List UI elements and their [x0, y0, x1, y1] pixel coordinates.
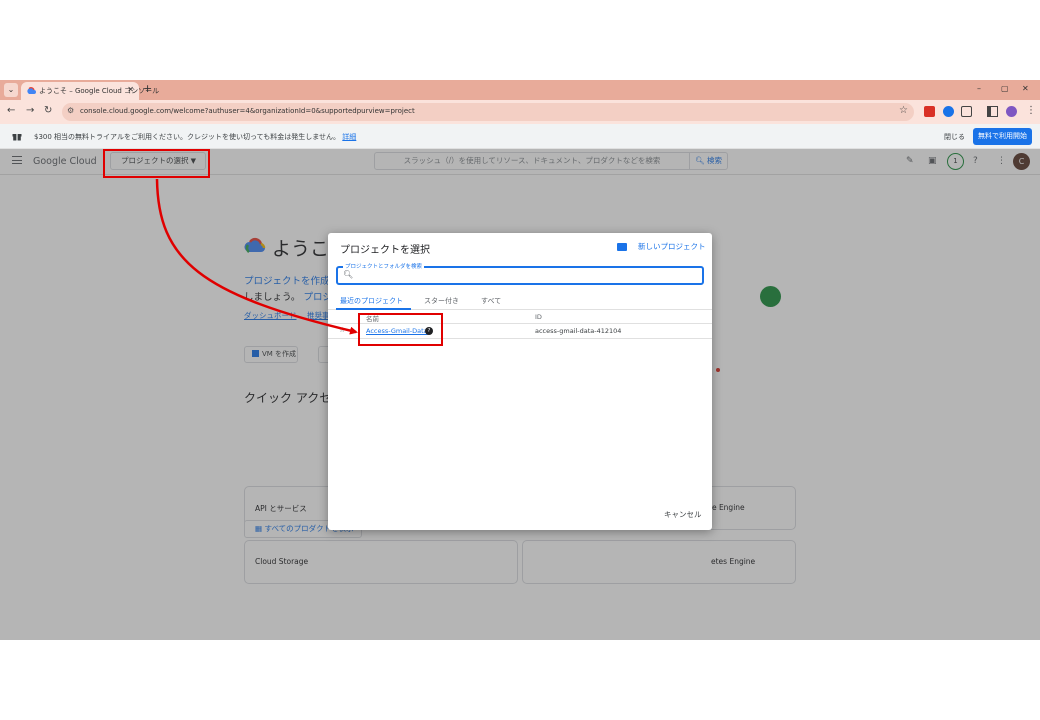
project-search-input[interactable]: プロジェクトとフォルダを検索 🔍︎: [336, 262, 704, 285]
browser-menu-icon[interactable]: ⋮: [1026, 105, 1036, 116]
google-cloud-favicon-icon: [27, 87, 36, 94]
site-info-icon[interactable]: ⚙: [67, 106, 74, 115]
gift-icon: [12, 134, 22, 141]
back-icon[interactable]: ←: [7, 105, 15, 116]
trial-details-link[interactable]: 詳細: [342, 133, 356, 141]
bookmark-star-icon[interactable]: ☆: [899, 105, 908, 116]
dialog-title: プロジェクトを選択: [340, 245, 430, 256]
highlight-project-row: [358, 313, 443, 346]
project-search-label: プロジェクトとフォルダを検索: [343, 262, 425, 270]
highlight-project-selector: [103, 149, 210, 178]
column-id: ID: [535, 313, 542, 321]
trial-message: $300 相当の無料トライアルをご利用ください。クレジットを使い切っても料金は発…: [34, 133, 341, 141]
trial-banner: $300 相当の無料トライアルをご利用ください。クレジットを使い切っても料金は発…: [0, 124, 1040, 149]
minimize-icon[interactable]: –: [977, 84, 981, 93]
trial-text: $300 相当の無料トライアルをご利用ください。クレジットを使い切っても料金は発…: [34, 132, 356, 142]
profile-icon[interactable]: [1006, 106, 1017, 117]
project-tabs: 最近のプロジェクト スター付き すべて: [328, 290, 712, 310]
screenshot-stage: ⌄ ようこそ – Google Cloud コンソール ✕ + – ▢ ✕ ← …: [0, 80, 1040, 640]
browser-address-bar: ← → ↻ ⚙ console.cloud.google.com/welcome…: [0, 100, 1040, 124]
search-icon: 🔍︎: [343, 270, 354, 279]
new-tab-button[interactable]: +: [143, 82, 152, 95]
start-free-button[interactable]: 無料で利用開始: [973, 128, 1032, 145]
star-icon[interactable]: ☆: [339, 326, 345, 334]
extensions-puzzle-icon[interactable]: [961, 106, 972, 117]
url-text: console.cloud.google.com/welcome?authuse…: [80, 107, 415, 115]
tab-all[interactable]: すべて: [481, 296, 501, 306]
tab-close-icon[interactable]: ✕: [127, 85, 134, 94]
extension-red-icon[interactable]: [924, 106, 935, 117]
tab-starred[interactable]: スター付き: [424, 296, 459, 306]
restore-icon[interactable]: ▢: [1001, 84, 1009, 93]
select-project-dialog: プロジェクトを選択 新しいプロジェクト プロジェクトとフォルダを検索 🔍︎ 最近…: [328, 233, 712, 530]
side-panel-icon[interactable]: [987, 106, 998, 117]
browser-tab[interactable]: ようこそ – Google Cloud コンソール ✕: [21, 82, 159, 100]
new-project-link[interactable]: 新しいプロジェクト: [638, 241, 706, 252]
tab-title: ようこそ – Google Cloud コンソール: [39, 87, 160, 95]
tab-recent-projects[interactable]: 最近のプロジェクト: [340, 296, 403, 306]
omnibox[interactable]: ⚙ console.cloud.google.com/welcome?authu…: [62, 103, 914, 121]
reload-icon[interactable]: ↻: [44, 105, 52, 116]
new-project-icon[interactable]: [617, 243, 627, 251]
tab-search-icon[interactable]: ⌄: [4, 83, 18, 97]
extension-blue-icon[interactable]: [943, 106, 954, 117]
browser-tab-bar: ⌄ ようこそ – Google Cloud コンソール ✕ + – ▢ ✕: [0, 80, 1040, 100]
cancel-button[interactable]: キャンセル: [664, 509, 702, 520]
trial-dismiss-button[interactable]: 閉じる: [944, 132, 965, 142]
project-id: access-gmail-data-412104: [535, 327, 622, 335]
forward-icon[interactable]: →: [26, 105, 34, 116]
window-close-icon[interactable]: ✕: [1022, 84, 1029, 93]
